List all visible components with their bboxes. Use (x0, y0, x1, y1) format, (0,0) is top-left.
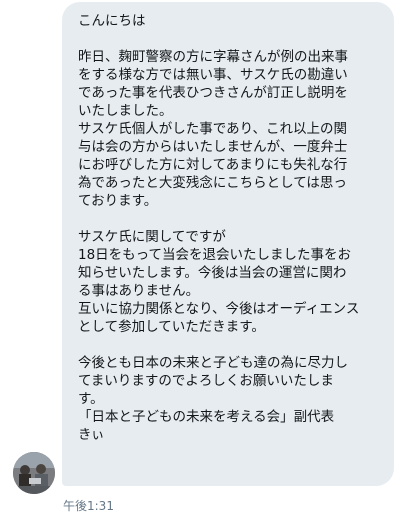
message-text: こんにちは 昨日、麹町警察の方に字幕さんが例の出来事 をする様な方では無い事、サ… (78, 13, 360, 443)
avatar-photo-icon (13, 452, 55, 494)
sender-avatar[interactable] (13, 452, 55, 494)
message-timestamp: 午後1:31 (63, 499, 114, 513)
message-bubble: こんにちは 昨日、麹町警察の方に字幕さんが例の出来事 をする様な方では無い事、サ… (62, 2, 394, 486)
